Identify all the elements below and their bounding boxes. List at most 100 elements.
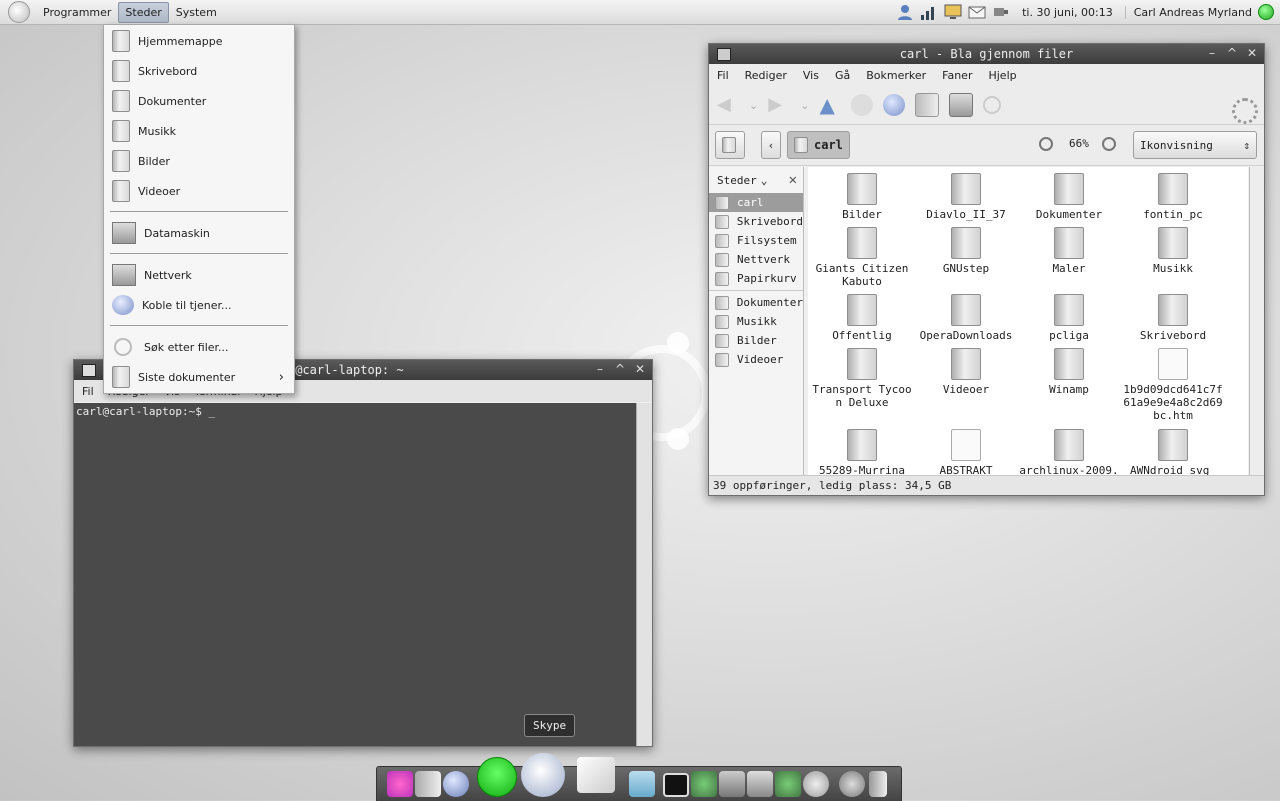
file-manager-icon[interactable] (719, 771, 745, 797)
user-icon[interactable] (896, 4, 914, 20)
menu-item-documents[interactable]: Dokumenter (108, 87, 290, 115)
menu-file[interactable]: Fil (717, 69, 729, 82)
maximize-button[interactable]: ^ (612, 362, 628, 377)
file-item[interactable]: Winamp (1017, 348, 1121, 396)
sidebar-bookmark-music[interactable]: Musikk (709, 312, 803, 331)
terminal-icon[interactable] (663, 773, 689, 797)
terminal-output[interactable]: carl@carl-laptop:~$ _ (74, 403, 637, 746)
zoom-in-icon[interactable] (1102, 137, 1116, 151)
file-item[interactable]: Giants Citizen Kabuto (810, 227, 914, 288)
menu-item-desktop[interactable]: Skrivebord (108, 57, 290, 85)
file-item[interactable]: archlinux-2009. (1017, 429, 1121, 475)
menu-item-recent[interactable]: Siste dokumenter › (108, 363, 290, 391)
file-item[interactable]: Videoer (914, 348, 1018, 396)
menu-places[interactable]: Steder (118, 1, 169, 23)
trash-icon[interactable] (415, 771, 441, 797)
path-button-home[interactable]: carl (787, 131, 850, 159)
skype-icon[interactable] (521, 753, 565, 797)
contacts-icon[interactable] (775, 771, 801, 797)
menu-edit[interactable]: Rediger (745, 69, 787, 82)
close-sidebar-icon[interactable]: ✕ (789, 172, 797, 188)
menu-file[interactable]: Fil (82, 385, 94, 398)
menu-item-search[interactable]: Søk etter filer... (108, 333, 290, 361)
maximize-button[interactable]: ^ (1224, 46, 1240, 61)
home-icon[interactable] (915, 93, 940, 117)
pink-launcher-icon[interactable] (387, 771, 413, 797)
browser-globe-icon[interactable] (443, 771, 469, 797)
file-item[interactable]: ABSTRAKT (914, 429, 1018, 475)
file-item[interactable]: Diavlo_II_37 (914, 173, 1018, 221)
toggle-location-button[interactable] (715, 131, 745, 159)
reload-icon[interactable] (883, 94, 906, 116)
menu-item-computer[interactable]: Datamaskin (108, 219, 290, 247)
sidebar-item-home[interactable]: carl (709, 193, 803, 212)
sidebar-bookmark-documents[interactable]: Dokumenter (709, 293, 803, 312)
monitor-icon[interactable] (944, 4, 962, 20)
menu-item-videos[interactable]: Videoer (108, 177, 290, 205)
terminal-app-icon[interactable] (82, 364, 96, 377)
minimize-button[interactable]: – (1204, 46, 1220, 61)
stop-icon[interactable] (851, 94, 874, 116)
path-back-button[interactable]: ‹ (761, 131, 781, 159)
menu-item-connect-server[interactable]: Koble til tjener... (108, 291, 290, 319)
sidebar-item-trash[interactable]: Papirkurv (709, 269, 803, 288)
image-viewer-icon[interactable] (629, 771, 655, 797)
file-item[interactable]: fontin_pc (1121, 173, 1225, 221)
close-button[interactable]: ✕ (632, 362, 648, 377)
sidebar-item-network[interactable]: Nettverk (709, 250, 803, 269)
trash-can-icon[interactable] (869, 771, 887, 797)
file-icon-view[interactable]: Bilder Diavlo_II_37 Dokumenter fontin_pc Gia… (808, 167, 1248, 475)
menu-system[interactable]: System (169, 2, 224, 23)
back-icon[interactable]: ◀ (717, 94, 739, 116)
up-icon[interactable]: ▲ (819, 94, 841, 116)
view-mode-select[interactable]: Ikonvisning ⇕ (1133, 131, 1257, 159)
close-button[interactable]: ✕ (1244, 46, 1260, 61)
terminal-scrollbar[interactable] (636, 403, 652, 746)
file-item[interactable]: Dokumenter (1017, 173, 1121, 221)
menu-help[interactable]: Hjelp (988, 69, 1016, 82)
menu-item-network[interactable]: Nettverk (108, 261, 290, 289)
file-item[interactable]: Musikk (1121, 227, 1225, 275)
chevron-down-icon[interactable]: ⌄ (800, 99, 809, 112)
file-item[interactable]: Offentlig (810, 294, 914, 342)
menu-bookmarks[interactable]: Bokmerker (866, 69, 926, 82)
power-icon[interactable] (992, 4, 1010, 20)
menu-item-home[interactable]: Hjemmemappe (108, 27, 290, 55)
gnome-foot-icon[interactable] (8, 1, 30, 23)
notepad-icon[interactable] (577, 757, 615, 793)
computer-icon[interactable] (747, 771, 773, 797)
spotify-icon[interactable] (477, 757, 517, 797)
mail-icon[interactable] (968, 4, 986, 20)
minimize-button[interactable]: – (592, 362, 608, 377)
zoom-out-icon[interactable] (1039, 137, 1053, 151)
sidebar-bookmark-pictures[interactable]: Bilder (709, 331, 803, 350)
menu-go[interactable]: Gå (835, 69, 850, 82)
sidebar-bookmark-videos[interactable]: Videoer (709, 350, 803, 369)
chevron-down-icon[interactable]: ⌄ (749, 99, 758, 112)
menu-item-pictures[interactable]: Bilder (108, 147, 290, 175)
file-manager-titlebar[interactable]: carl - Bla gjennom filer – ^ ✕ (709, 44, 1264, 64)
menu-item-music[interactable]: Musikk (108, 117, 290, 145)
file-item[interactable]: 55289-Murrina (810, 429, 914, 475)
file-item[interactable]: pcliga (1017, 294, 1121, 342)
file-item[interactable]: Maler (1017, 227, 1121, 275)
file-item[interactable]: Skrivebord (1121, 294, 1225, 342)
forward-icon[interactable]: ▶ (768, 94, 790, 116)
clock-icon[interactable] (839, 771, 865, 797)
file-item[interactable]: Bilder (810, 173, 914, 221)
menu-applications[interactable]: Programmer (36, 2, 118, 23)
clock[interactable]: ti. 30 juni, 00:13 (1022, 6, 1113, 19)
file-item[interactable]: Transport Tycoon Deluxe (810, 348, 914, 409)
user-name[interactable]: Carl Andreas Myrland (1124, 5, 1252, 19)
shell-icon[interactable] (803, 771, 829, 797)
sidebar-item-filesystem[interactable]: Filsystem (709, 231, 803, 250)
search-icon[interactable] (983, 96, 1002, 114)
computer-icon[interactable] (949, 93, 974, 117)
file-item[interactable]: 1b9d09dcd641c7f61a9e9e4a8c2d69bc.htm (1121, 348, 1225, 422)
messenger-icon[interactable] (691, 771, 717, 797)
signal-strength-icon[interactable] (920, 4, 938, 20)
file-item[interactable]: AWNdroid_svg_ (1121, 429, 1225, 475)
menu-view[interactable]: Vis (803, 69, 819, 82)
menu-tabs[interactable]: Faner (942, 69, 972, 82)
file-item[interactable]: OperaDownloads (914, 294, 1018, 342)
